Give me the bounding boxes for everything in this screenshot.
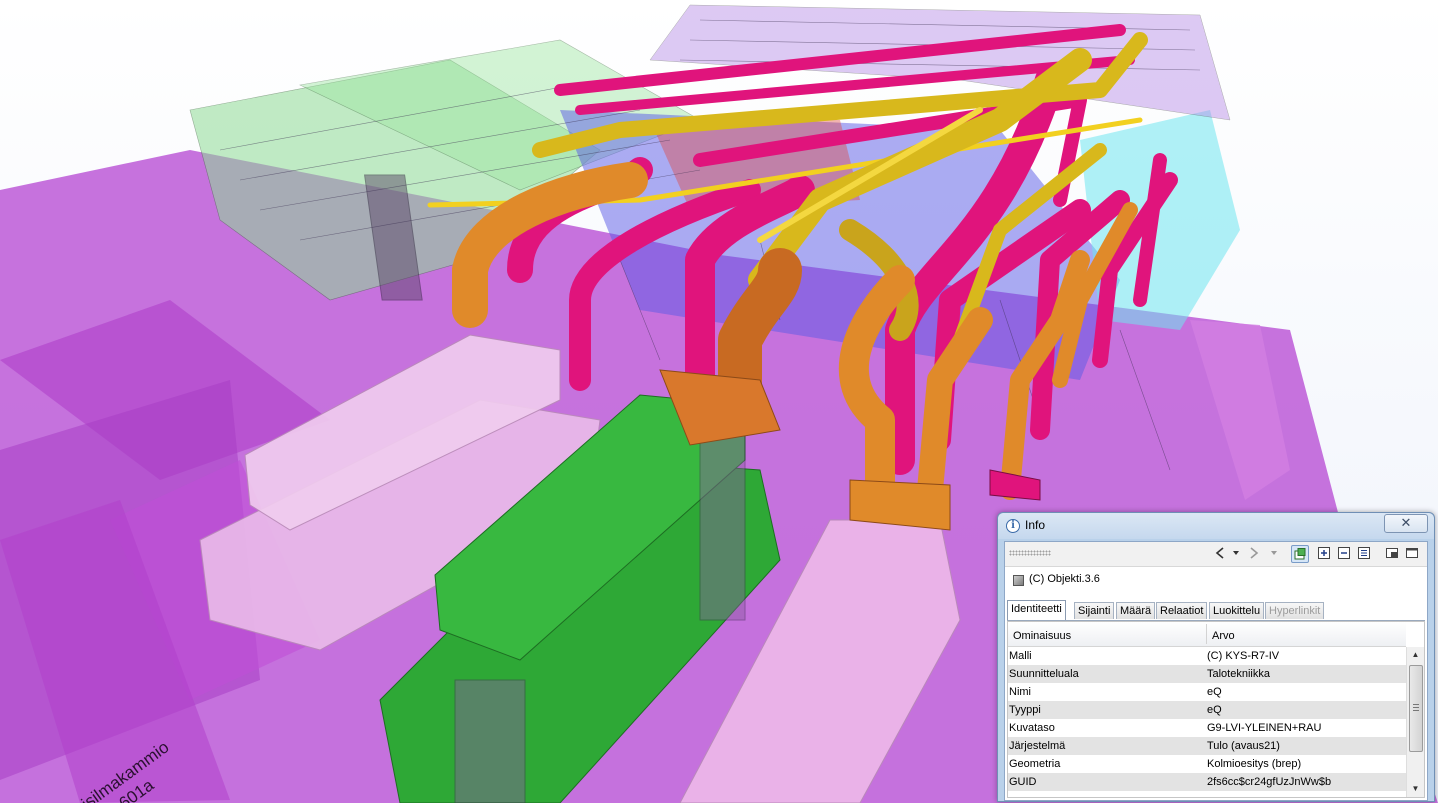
table-rows: Malli (C) KYS-R7-IV Suunnitteluala Talot…	[1008, 647, 1406, 791]
dock-icon[interactable]	[1383, 545, 1400, 562]
property-name: Nimi	[1009, 686, 1031, 698]
column-header-value[interactable]: Arvo	[1212, 630, 1235, 642]
property-name: GUID	[1009, 776, 1037, 788]
table-row[interactable]: Suunnitteluala Talotekniikka	[1008, 665, 1406, 683]
selected-object: (C) Objekti.3.6	[1005, 567, 1427, 593]
maximize-icon[interactable]	[1403, 545, 1420, 562]
property-value: Talotekniikka	[1207, 668, 1270, 680]
forward-arrow-icon[interactable]	[1245, 545, 1262, 562]
highlight-icon[interactable]	[1291, 545, 1309, 563]
toolbar-grip-icon[interactable]	[1009, 550, 1051, 556]
duct-riser-2	[454, 679, 526, 803]
property-value: G9-LVI-YLEINEN+RAU	[1207, 722, 1322, 734]
table-row[interactable]: Tyyppi eQ	[1008, 701, 1406, 719]
tab-maara[interactable]: Määrä	[1116, 602, 1156, 619]
info-icon: i	[1006, 519, 1020, 533]
object-name: (C) Objekti.3.6	[1029, 573, 1100, 585]
back-arrow-icon[interactable]	[1211, 545, 1228, 562]
property-value: eQ	[1207, 704, 1222, 716]
property-value: (C) KYS-R7-IV	[1207, 650, 1280, 662]
property-name: Kuvataso	[1009, 722, 1055, 734]
info-toolbar	[1005, 542, 1427, 567]
scroll-up-icon[interactable]: ▲	[1407, 647, 1424, 663]
property-value: eQ	[1207, 686, 1222, 698]
property-name: Tyyppi	[1009, 704, 1041, 716]
table-row[interactable]: Järjestelmä Tulo (avaus21)	[1008, 737, 1406, 755]
table-row[interactable]: Malli (C) KYS-R7-IV	[1008, 647, 1406, 665]
property-table: Ominaisuus Arvo Malli (C) KYS-R7-IV Suun…	[1007, 621, 1425, 798]
vertical-scrollbar[interactable]: ▲ ▼	[1406, 647, 1424, 797]
property-name: Suunnitteluala	[1009, 668, 1079, 680]
info-panel[interactable]: i Info ✕ (C) Objekti.3.6 Identiteetti Si…	[997, 512, 1435, 802]
duct-riser	[699, 419, 746, 621]
property-name: Geometria	[1009, 758, 1061, 770]
table-row[interactable]: Kuvataso G9-LVI-YLEINEN+RAU	[1008, 719, 1406, 737]
tab-luokittelu[interactable]: Luokittelu	[1209, 602, 1265, 619]
close-button[interactable]: ✕	[1384, 514, 1428, 533]
scroll-down-icon[interactable]: ▼	[1407, 781, 1424, 797]
property-value: Kolmioesitys (brep)	[1207, 758, 1302, 770]
list-icon[interactable]	[1355, 545, 1372, 562]
info-body: (C) Objekti.3.6 Identiteetti Sijainti Mä…	[1004, 541, 1428, 801]
property-name: Malli	[1009, 650, 1032, 662]
table-row[interactable]: Nimi eQ	[1008, 683, 1406, 701]
info-panel-title: Info	[1025, 518, 1046, 532]
info-titlebar[interactable]: i Info ✕	[998, 513, 1434, 539]
column-divider[interactable]	[1206, 624, 1207, 644]
info-tabs: Identiteetti Sijainti Määrä Relaatiot Lu…	[1007, 600, 1425, 621]
tab-sijainti[interactable]: Sijainti	[1074, 602, 1115, 619]
table-row[interactable]: Geometria Kolmioesitys (brep)	[1008, 755, 1406, 773]
tab-relaatiot[interactable]: Relaatiot	[1156, 602, 1208, 619]
collapse-all-icon[interactable]	[1335, 545, 1352, 562]
table-header: Ominaisuus Arvo	[1008, 622, 1406, 647]
property-value: 2fs6cc$cr24gfUzJnWw$b	[1207, 776, 1332, 788]
property-name: Järjestelmä	[1009, 740, 1066, 752]
scroll-thumb[interactable]	[1409, 665, 1423, 752]
object-icon	[1013, 575, 1024, 586]
expand-all-icon[interactable]	[1315, 545, 1332, 562]
table-row[interactable]: GUID 2fs6cc$cr24gfUzJnWw$b	[1008, 773, 1406, 791]
column-header-property[interactable]: Ominaisuus	[1013, 630, 1071, 642]
dropdown-icon[interactable]	[1227, 545, 1244, 562]
tab-identiteetti[interactable]: Identiteetti	[1007, 600, 1066, 620]
dropdown-icon[interactable]	[1265, 545, 1282, 562]
property-value: Tulo (avaus21)	[1207, 740, 1280, 752]
tab-hyperlinkit: Hyperlinkit	[1265, 602, 1325, 619]
